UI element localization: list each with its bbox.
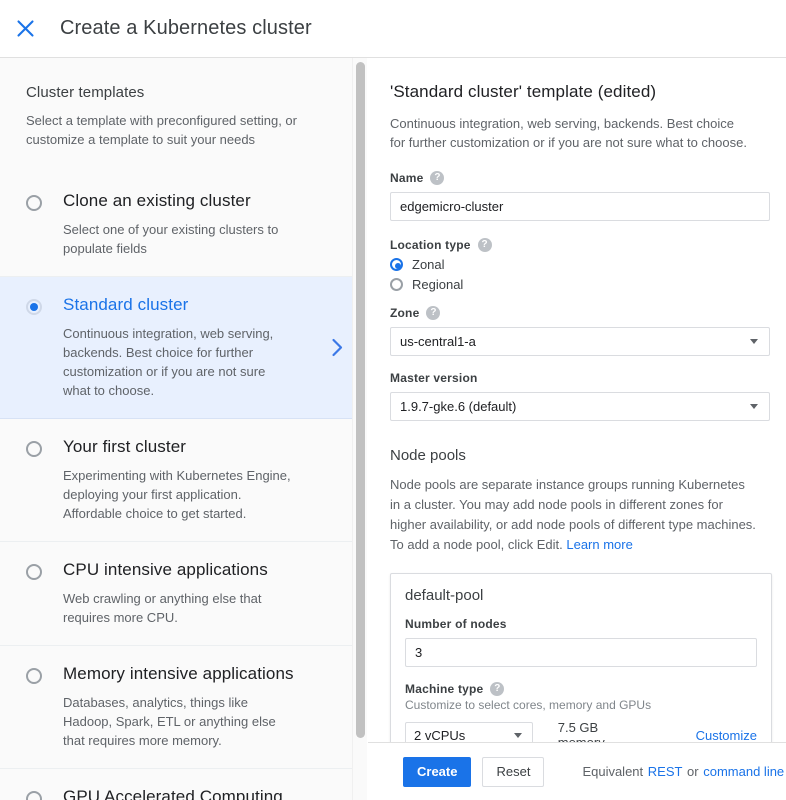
- template-option-cpu-intensive-applications[interactable]: CPU intensive applications Web crawling …: [0, 542, 367, 646]
- help-icon[interactable]: ?: [426, 306, 440, 320]
- radio-cpu-intensive-applications[interactable]: [26, 564, 42, 580]
- radio-zonal[interactable]: [390, 258, 403, 271]
- number-of-nodes-label: Number of nodes: [405, 617, 757, 631]
- location-type-option-zonal[interactable]: Zonal: [390, 257, 772, 272]
- template-title: Clone an existing cluster: [63, 190, 355, 212]
- machine-type-row: 2 vCPUs 7.5 GB memory Customize: [405, 720, 757, 742]
- templates-header: Cluster templates Select a template with…: [0, 58, 367, 149]
- templates-subheading: Select a template with preconfigured set…: [26, 111, 338, 149]
- panel-title: 'Standard cluster' template (edited): [390, 82, 772, 102]
- node-pools-title: Node pools: [390, 447, 772, 464]
- rest-link[interactable]: REST: [648, 764, 683, 779]
- node-pool-card: default-pool Number of nodes 3 Machine t…: [390, 573, 772, 742]
- chevron-down-icon: [750, 404, 758, 409]
- template-title: GPU Accelerated Computing: [63, 786, 355, 800]
- template-option-standard-cluster[interactable]: Standard cluster Continuous integration,…: [0, 277, 367, 419]
- help-icon[interactable]: ?: [430, 171, 444, 185]
- customize-link[interactable]: Customize: [696, 728, 757, 743]
- help-icon[interactable]: ?: [490, 682, 504, 696]
- zone-label: Zone ?: [390, 306, 772, 320]
- zone-select[interactable]: us-central1-a: [390, 327, 770, 356]
- help-icon[interactable]: ?: [478, 238, 492, 252]
- machine-type-select[interactable]: 2 vCPUs: [405, 722, 533, 743]
- template-title: CPU intensive applications: [63, 559, 355, 581]
- command-line-link[interactable]: command line: [703, 764, 784, 779]
- or-text: or: [683, 764, 702, 779]
- radio-regional-label: Regional: [412, 277, 463, 292]
- equivalent-links: Equivalent REST or command line: [582, 764, 785, 779]
- reset-button[interactable]: Reset: [482, 757, 544, 787]
- sidebar-scrollbar-thumb[interactable]: [356, 62, 365, 738]
- learn-more-link[interactable]: Learn more: [566, 537, 632, 552]
- location-type-label-text: Location type: [390, 238, 471, 252]
- radio-regional[interactable]: [390, 278, 403, 291]
- dialog-header: Create a Kubernetes cluster: [0, 0, 786, 58]
- memory-value: 7.5 GB memory: [558, 720, 649, 742]
- master-version-label: Master version: [390, 371, 772, 385]
- create-button[interactable]: Create: [403, 757, 471, 787]
- machine-type-label: Machine type ?: [405, 682, 757, 696]
- zone-label-text: Zone: [390, 306, 419, 320]
- master-version-label-text: Master version: [390, 371, 478, 385]
- template-option-clone-an-existing-cluster[interactable]: Clone an existing cluster Select one of …: [0, 173, 367, 277]
- chevron-down-icon: [750, 339, 758, 344]
- close-icon[interactable]: [13, 17, 37, 41]
- radio-clone-an-existing-cluster[interactable]: [26, 195, 42, 211]
- machine-type-select-value: 2 vCPUs: [414, 728, 465, 743]
- template-desc: Experimenting with Kubernetes Engine, de…: [63, 466, 295, 523]
- template-option-your-first-cluster[interactable]: Your first cluster Experimenting with Ku…: [0, 419, 367, 542]
- template-title: Your first cluster: [63, 436, 355, 458]
- radio-your-first-cluster[interactable]: [26, 441, 42, 457]
- sidebar-scrollbar[interactable]: [352, 58, 367, 800]
- radio-memory-intensive-applications[interactable]: [26, 668, 42, 684]
- chevron-down-icon: [514, 733, 522, 738]
- number-of-nodes-input[interactable]: 3: [405, 638, 757, 667]
- radio-gpu-accelerated-computing[interactable]: [26, 791, 42, 800]
- cluster-templates-sidebar: Cluster templates Select a template with…: [0, 58, 367, 800]
- zone-select-value: us-central1-a: [400, 334, 476, 349]
- location-type-option-regional[interactable]: Regional: [390, 277, 772, 292]
- location-type-label: Location type ?: [390, 238, 772, 252]
- template-desc: Databases, analytics, things like Hadoop…: [63, 693, 295, 750]
- template-option-memory-intensive-applications[interactable]: Memory intensive applications Databases,…: [0, 646, 367, 769]
- node-pool-name: default-pool: [405, 587, 757, 604]
- page-title: Create a Kubernetes cluster: [60, 17, 312, 40]
- number-of-nodes-label-text: Number of nodes: [405, 617, 507, 631]
- cluster-name-input[interactable]: edgemicro-cluster: [390, 192, 770, 221]
- dialog-footer: Create Reset Equivalent REST or command …: [368, 742, 786, 800]
- template-desc: Continuous integration, web serving, bac…: [63, 324, 295, 400]
- master-version-select-value: 1.9.7-gke.6 (default): [400, 399, 516, 414]
- radio-zonal-label: Zonal: [412, 257, 445, 272]
- cluster-config-panel: 'Standard cluster' template (edited) Con…: [368, 58, 786, 742]
- equivalent-prefix: Equivalent: [582, 764, 646, 779]
- template-desc: Web crawling or anything else that requi…: [63, 589, 295, 627]
- master-version-select[interactable]: 1.9.7-gke.6 (default): [390, 392, 770, 421]
- name-label-text: Name: [390, 171, 423, 185]
- template-title: Standard cluster: [63, 294, 325, 316]
- template-desc: Select one of your existing clusters to …: [63, 220, 295, 258]
- template-title: Memory intensive applications: [63, 663, 355, 685]
- template-option-gpu-accelerated-computing[interactable]: GPU Accelerated Computing Machine learni…: [0, 769, 367, 800]
- chevron-right-icon[interactable]: [325, 335, 349, 359]
- radio-standard-cluster[interactable]: [26, 299, 42, 315]
- panel-description: Continuous integration, web serving, bac…: [390, 114, 748, 152]
- node-pools-description: Node pools are separate instance groups …: [390, 475, 758, 555]
- machine-type-label-text: Machine type: [405, 682, 483, 696]
- machine-type-note: Customize to select cores, memory and GP…: [405, 698, 757, 712]
- templates-heading: Cluster templates: [26, 84, 343, 101]
- name-label: Name ?: [390, 171, 772, 185]
